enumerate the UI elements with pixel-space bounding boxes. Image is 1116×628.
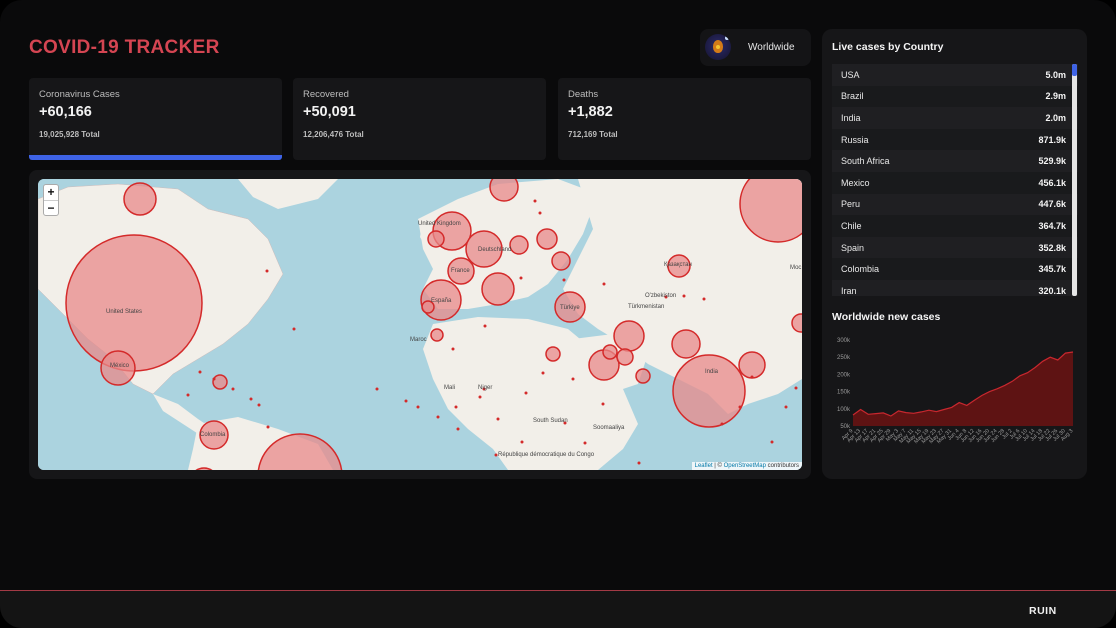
map-attribution: Leaflet | © OpenStreetMap contributors	[691, 462, 802, 470]
country-name: South Africa	[841, 156, 890, 167]
map-label: Mali	[444, 385, 455, 391]
map-label: Мос	[790, 265, 801, 271]
stat-card-title: Deaths	[568, 89, 599, 100]
list-item: Brazil 2.9m	[832, 85, 1078, 108]
map-label: United Kingdom	[418, 221, 461, 227]
country-name: Russia	[841, 134, 869, 145]
country-cases: 364.7k	[1038, 220, 1066, 231]
y-tick-label: 150k	[837, 390, 851, 396]
map-label: France	[451, 268, 470, 274]
country-cases: 5.0m	[1045, 69, 1066, 80]
map-label: Türkiye	[560, 305, 580, 311]
zoom-in-button[interactable]: +	[44, 185, 58, 200]
leaflet-link[interactable]: Leaflet	[695, 463, 713, 469]
country-name: Chile	[841, 220, 862, 231]
country-cases: 345.7k	[1038, 264, 1066, 275]
country-cases: 2.9m	[1045, 91, 1066, 102]
country-name: Iran	[841, 285, 857, 296]
zoom-out-button[interactable]: −	[44, 200, 58, 215]
list-item: USA 5.0m	[832, 64, 1078, 86]
map-canvas[interactable]: United States México France España Türki…	[38, 179, 802, 470]
map-zoom-control: + −	[43, 184, 59, 216]
app-root: COVID-19 TRACKER Worldwide Coronavirus C…	[0, 0, 1116, 628]
country-cases: 352.8k	[1038, 242, 1066, 253]
map-label: Қазақстан	[664, 262, 692, 268]
new-cases-chart: 50k100k150k200k250k300kApr 9Apr 13Apr 17…	[837, 338, 1074, 445]
country-cases: 320.1k	[1038, 285, 1066, 296]
country-cases: 2.0m	[1045, 112, 1066, 123]
y-tick-label: 300k	[837, 338, 851, 344]
stat-card-total: 712,169 Total	[568, 130, 618, 139]
footer-brand: RUIN	[1029, 605, 1057, 617]
country-dropdown[interactable]: Worldwide	[700, 29, 811, 66]
country-name: Brazil	[841, 91, 864, 102]
country-name: Peru	[841, 199, 861, 210]
y-tick-label: 250k	[837, 355, 851, 361]
world-map[interactable]: United States México France España Türki…	[38, 179, 802, 470]
attribution-tail: contributors	[765, 463, 799, 469]
country-name: India	[841, 112, 861, 123]
y-tick-label: 200k	[837, 372, 851, 378]
list-item: South Africa 529.9k	[832, 150, 1078, 172]
right-sidebar: Live cases by Country USA 5.0m Brazil 2.9m I…	[822, 29, 1087, 479]
scrollbar-thumb[interactable]	[1072, 64, 1077, 76]
list-item: Chile 364.7k	[832, 215, 1078, 237]
country-cases-list[interactable]: USA 5.0m Brazil 2.9m India 2.0m Russia 871.9k So…	[832, 64, 1078, 296]
map-label: Colombia	[200, 432, 226, 438]
map-label: Maroc	[410, 337, 427, 343]
country-name: Spain	[841, 242, 865, 253]
attribution-separator: | ©	[712, 463, 724, 469]
active-card-indicator	[29, 155, 282, 160]
map-label: Soomaaliya	[593, 425, 625, 431]
list-item: Colombia 345.7k	[832, 258, 1078, 280]
map-label: España	[431, 298, 452, 304]
stat-card-deaths[interactable]: Deaths +1,882 712,169 Total	[558, 78, 811, 160]
country-dropdown-value: Worldwide	[748, 42, 795, 53]
map-label: République démocratique du Congo	[498, 452, 595, 458]
stat-card-value: +1,882	[568, 104, 613, 120]
list-item: Spain 352.8k	[832, 236, 1078, 259]
country-name: Mexico	[841, 177, 870, 188]
stat-card-value: +50,091	[303, 104, 356, 120]
list-item: Mexico 456.1k	[832, 171, 1078, 194]
list-item: Peru 447.6k	[832, 193, 1078, 216]
country-cases: 447.6k	[1038, 199, 1066, 210]
map-label: Niger	[478, 385, 492, 391]
map-label: United States	[106, 309, 142, 315]
country-name: USA	[841, 69, 860, 80]
stat-card-value: +60,166	[39, 104, 92, 120]
country-cases: 871.9k	[1038, 134, 1066, 145]
page-title: COVID-19 TRACKER	[29, 37, 220, 58]
map-label: South Sudan	[533, 418, 568, 424]
map-label: México	[110, 363, 130, 369]
new-cases-title: Worldwide new cases	[832, 311, 941, 323]
country-list-scrollbar[interactable]	[1072, 64, 1077, 296]
stat-card-title: Recovered	[303, 89, 349, 100]
list-item: Russia 871.9k	[832, 128, 1078, 151]
country-cases: 456.1k	[1038, 177, 1066, 188]
country-cases: 529.9k	[1038, 156, 1066, 167]
map-label: Türkmenistan	[628, 304, 664, 310]
footer: RUIN	[0, 590, 1116, 628]
map-label: India	[705, 369, 719, 375]
osm-link[interactable]: OpenStreetMap	[724, 463, 766, 469]
stat-card-total: 19,025,928 Total	[39, 130, 100, 139]
stat-card-recovered[interactable]: Recovered +50,091 12,206,476 Total	[293, 78, 546, 160]
y-tick-label: 100k	[837, 407, 851, 413]
stat-card-title: Coronavirus Cases	[39, 89, 120, 100]
stat-card-total: 12,206,476 Total	[303, 130, 364, 139]
list-item: India 2.0m	[832, 107, 1078, 129]
map-panel: United States México France España Türki…	[29, 170, 811, 479]
owl-globe-icon	[705, 34, 731, 60]
map-label: Deutschland	[478, 247, 511, 253]
country-name: Colombia	[841, 264, 880, 275]
stat-card-cases[interactable]: Coronavirus Cases +60,166 19,025,928 Tot…	[29, 78, 282, 160]
map-label: O'zbekiston	[645, 293, 676, 299]
list-item: Iran 320.1k	[832, 279, 1078, 296]
live-cases-title: Live cases by Country	[832, 41, 944, 53]
